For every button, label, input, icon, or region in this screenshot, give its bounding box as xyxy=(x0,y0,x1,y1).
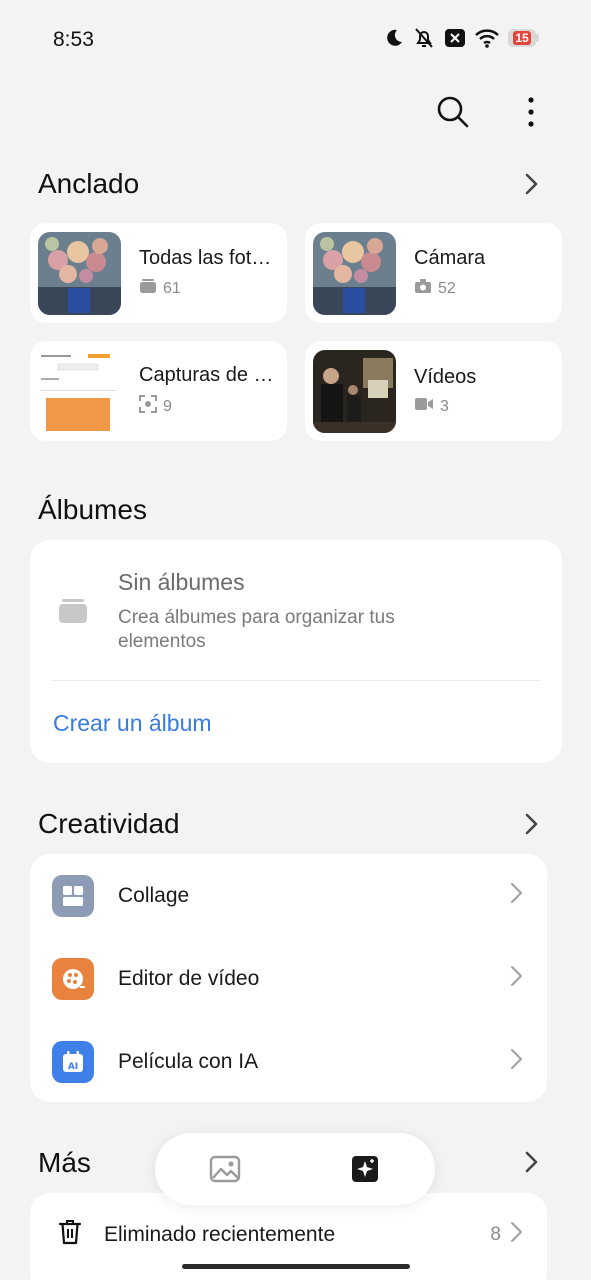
pinned-card-camera[interactable]: Cámara 52 xyxy=(305,223,562,323)
pinned-card-all-photos[interactable]: Todas las fot… 61 xyxy=(30,223,287,323)
album-stack-icon xyxy=(58,598,88,629)
creativity-chevron-icon[interactable] xyxy=(519,812,543,836)
wifi-icon xyxy=(474,27,500,49)
screenshot-icon xyxy=(139,395,157,418)
divider xyxy=(52,680,540,681)
creativity-tab-icon[interactable] xyxy=(343,1147,387,1191)
camera-icon xyxy=(414,278,432,299)
battery-level: 15 xyxy=(513,31,531,45)
pinned-title: Anclado xyxy=(38,168,140,199)
list-item-count: 8 xyxy=(490,1223,501,1245)
battery-icon: 15 xyxy=(508,29,539,47)
trash-icon xyxy=(58,1219,82,1250)
status-bar: 8:53 15 xyxy=(0,0,591,80)
svg-text:AI: AI xyxy=(68,1062,78,1072)
chevron-right-icon xyxy=(509,882,523,909)
home-indicator[interactable] xyxy=(182,1264,410,1269)
status-icons: 15 xyxy=(384,26,539,50)
albums-empty-subtitle: Crea álbumes para organizar tus elemento… xyxy=(118,607,395,652)
chevron-right-icon xyxy=(509,1048,523,1075)
creativity-card: Collage Editor de vídeo AI Película con … xyxy=(30,854,547,1102)
albums-title: Álbumes xyxy=(38,494,147,525)
creativity-item-video-editor[interactable]: Editor de vídeo xyxy=(30,937,547,1020)
list-item-label: Collage xyxy=(118,883,190,907)
pinned-card-videos[interactable]: Vídeos 3 xyxy=(305,341,562,441)
more-title: Más xyxy=(38,1147,91,1178)
album-thumbnail xyxy=(313,349,396,433)
x-box-icon xyxy=(444,28,466,48)
pinned-card-count: 61 xyxy=(163,279,181,297)
bottom-nav xyxy=(155,1133,435,1205)
chevron-right-icon xyxy=(509,965,523,992)
moon-icon xyxy=(384,28,404,48)
pinned-card-title: Todas las fot… xyxy=(139,247,272,269)
pinned-card-count: 3 xyxy=(440,397,449,415)
bell-off-icon xyxy=(412,26,436,50)
photos-tab-icon[interactable] xyxy=(203,1147,247,1191)
ai-movie-icon: AI xyxy=(52,1040,94,1083)
album-thumbnail xyxy=(38,349,121,433)
pinned-card-title: Capturas de … xyxy=(139,364,274,386)
creativity-item-collage[interactable]: Collage xyxy=(30,854,547,937)
list-item-label: Eliminado recientemente xyxy=(104,1222,336,1246)
list-item-label: Película con IA xyxy=(118,1049,259,1073)
albums-card: Sin álbumes Crea álbumes para organizar … xyxy=(30,540,562,763)
albums-empty-title: Sin álbumes xyxy=(118,569,245,595)
pinned-card-count: 9 xyxy=(163,397,172,415)
chevron-right-icon xyxy=(509,1221,523,1248)
pinned-chevron-icon[interactable] xyxy=(519,172,543,196)
pinned-card-screenshots[interactable]: Capturas de … 9 xyxy=(30,341,287,441)
more-vert-icon[interactable] xyxy=(511,92,551,132)
video-icon xyxy=(414,397,434,416)
collage-icon xyxy=(52,874,94,917)
album-stack-icon xyxy=(139,278,157,299)
create-album-button[interactable]: Crear un álbum xyxy=(53,710,212,737)
album-thumbnail xyxy=(313,231,396,315)
video-editor-icon xyxy=(52,957,94,1000)
more-chevron-icon[interactable] xyxy=(519,1150,543,1174)
pinned-card-title: Cámara xyxy=(414,247,486,269)
creativity-title: Creatividad xyxy=(38,808,180,839)
pinned-card-title: Vídeos xyxy=(414,366,477,388)
creativity-item-ai-movie[interactable]: AI Película con IA xyxy=(30,1020,547,1103)
status-time: 8:53 xyxy=(53,28,94,51)
search-icon[interactable] xyxy=(433,92,473,132)
top-actions xyxy=(433,92,551,132)
album-thumbnail xyxy=(38,231,121,315)
pinned-card-count: 52 xyxy=(438,279,456,297)
list-item-label: Editor de vídeo xyxy=(118,966,260,990)
